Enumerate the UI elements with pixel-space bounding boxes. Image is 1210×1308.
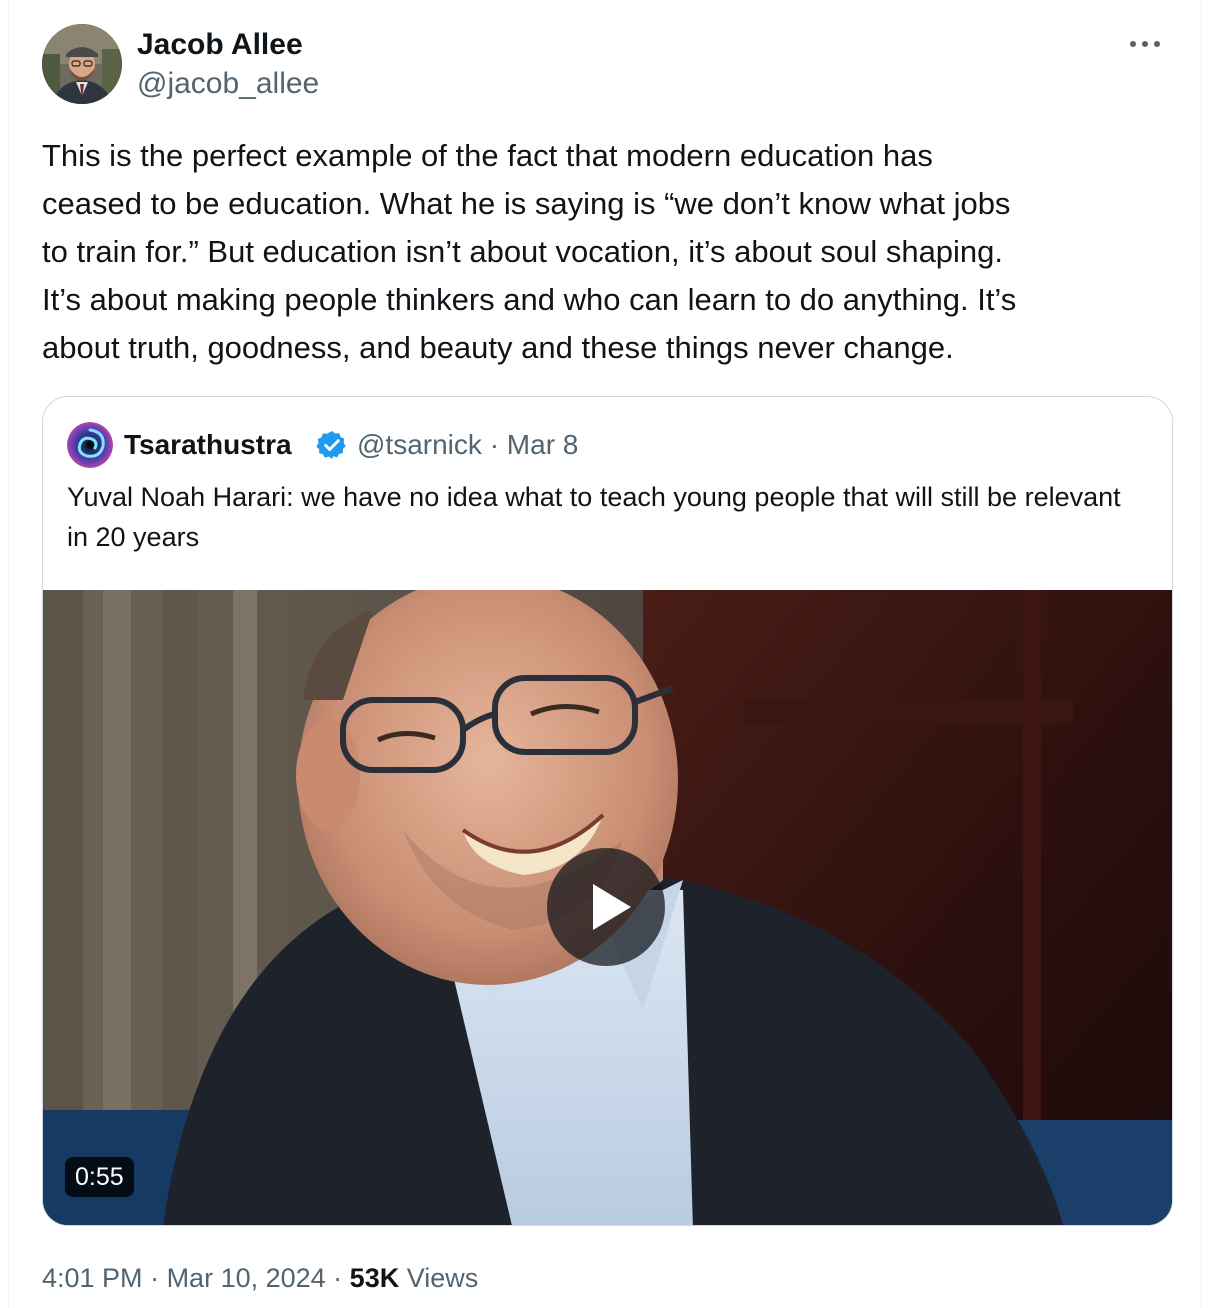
quote-avatar[interactable] — [67, 422, 113, 468]
views-link[interactable]: 53K Views — [350, 1263, 479, 1293]
quote-avatar-image — [67, 422, 113, 468]
play-icon — [593, 884, 631, 930]
more-options-button[interactable] — [1125, 30, 1165, 58]
tweet-footer: 4:01 PM · Mar 10, 2024 · 53K Views — [42, 1258, 478, 1298]
quote-author-handle[interactable]: @tsarnick — [357, 429, 482, 460]
author-avatar-image — [42, 24, 122, 104]
footer-separator: · — [142, 1263, 167, 1293]
views-label: Views — [399, 1263, 479, 1293]
tweet-text: This is the perfect example of the fact … — [42, 138, 1017, 365]
author-handle[interactable]: @jacob_allee — [137, 65, 319, 103]
video-player[interactable]: 0:55 — [43, 590, 1172, 1225]
views-count: 53K — [349, 1263, 400, 1293]
footer-separator: · — [325, 1263, 350, 1293]
tweet-date[interactable]: Mar 10, 2024 — [167, 1263, 326, 1293]
quoted-tweet[interactable]: Tsarathustra @tsarnick · Mar 8 Yuval Noa… — [42, 396, 1173, 1226]
tweet-card: Jacob Allee @jacob_allee This is the per… — [8, 0, 1202, 1308]
quote-meta: @tsarnick · Mar 8 — [357, 427, 578, 463]
author-avatar[interactable] — [42, 24, 122, 104]
more-horizontal-icon — [1130, 41, 1160, 47]
play-button[interactable] — [547, 848, 665, 966]
verified-badge-icon — [316, 431, 346, 459]
quote-date[interactable]: Mar 8 — [507, 429, 579, 460]
tweet-time[interactable]: 4:01 PM — [42, 1263, 143, 1293]
quote-text: Yuval Noah Harari: we have no idea what … — [67, 482, 1121, 552]
quote-author-name[interactable]: Tsarathustra — [124, 427, 292, 463]
quote-meta-separator: · — [489, 429, 500, 460]
author-name[interactable]: Jacob Allee — [137, 26, 303, 64]
video-duration-badge: 0:55 — [65, 1157, 134, 1197]
